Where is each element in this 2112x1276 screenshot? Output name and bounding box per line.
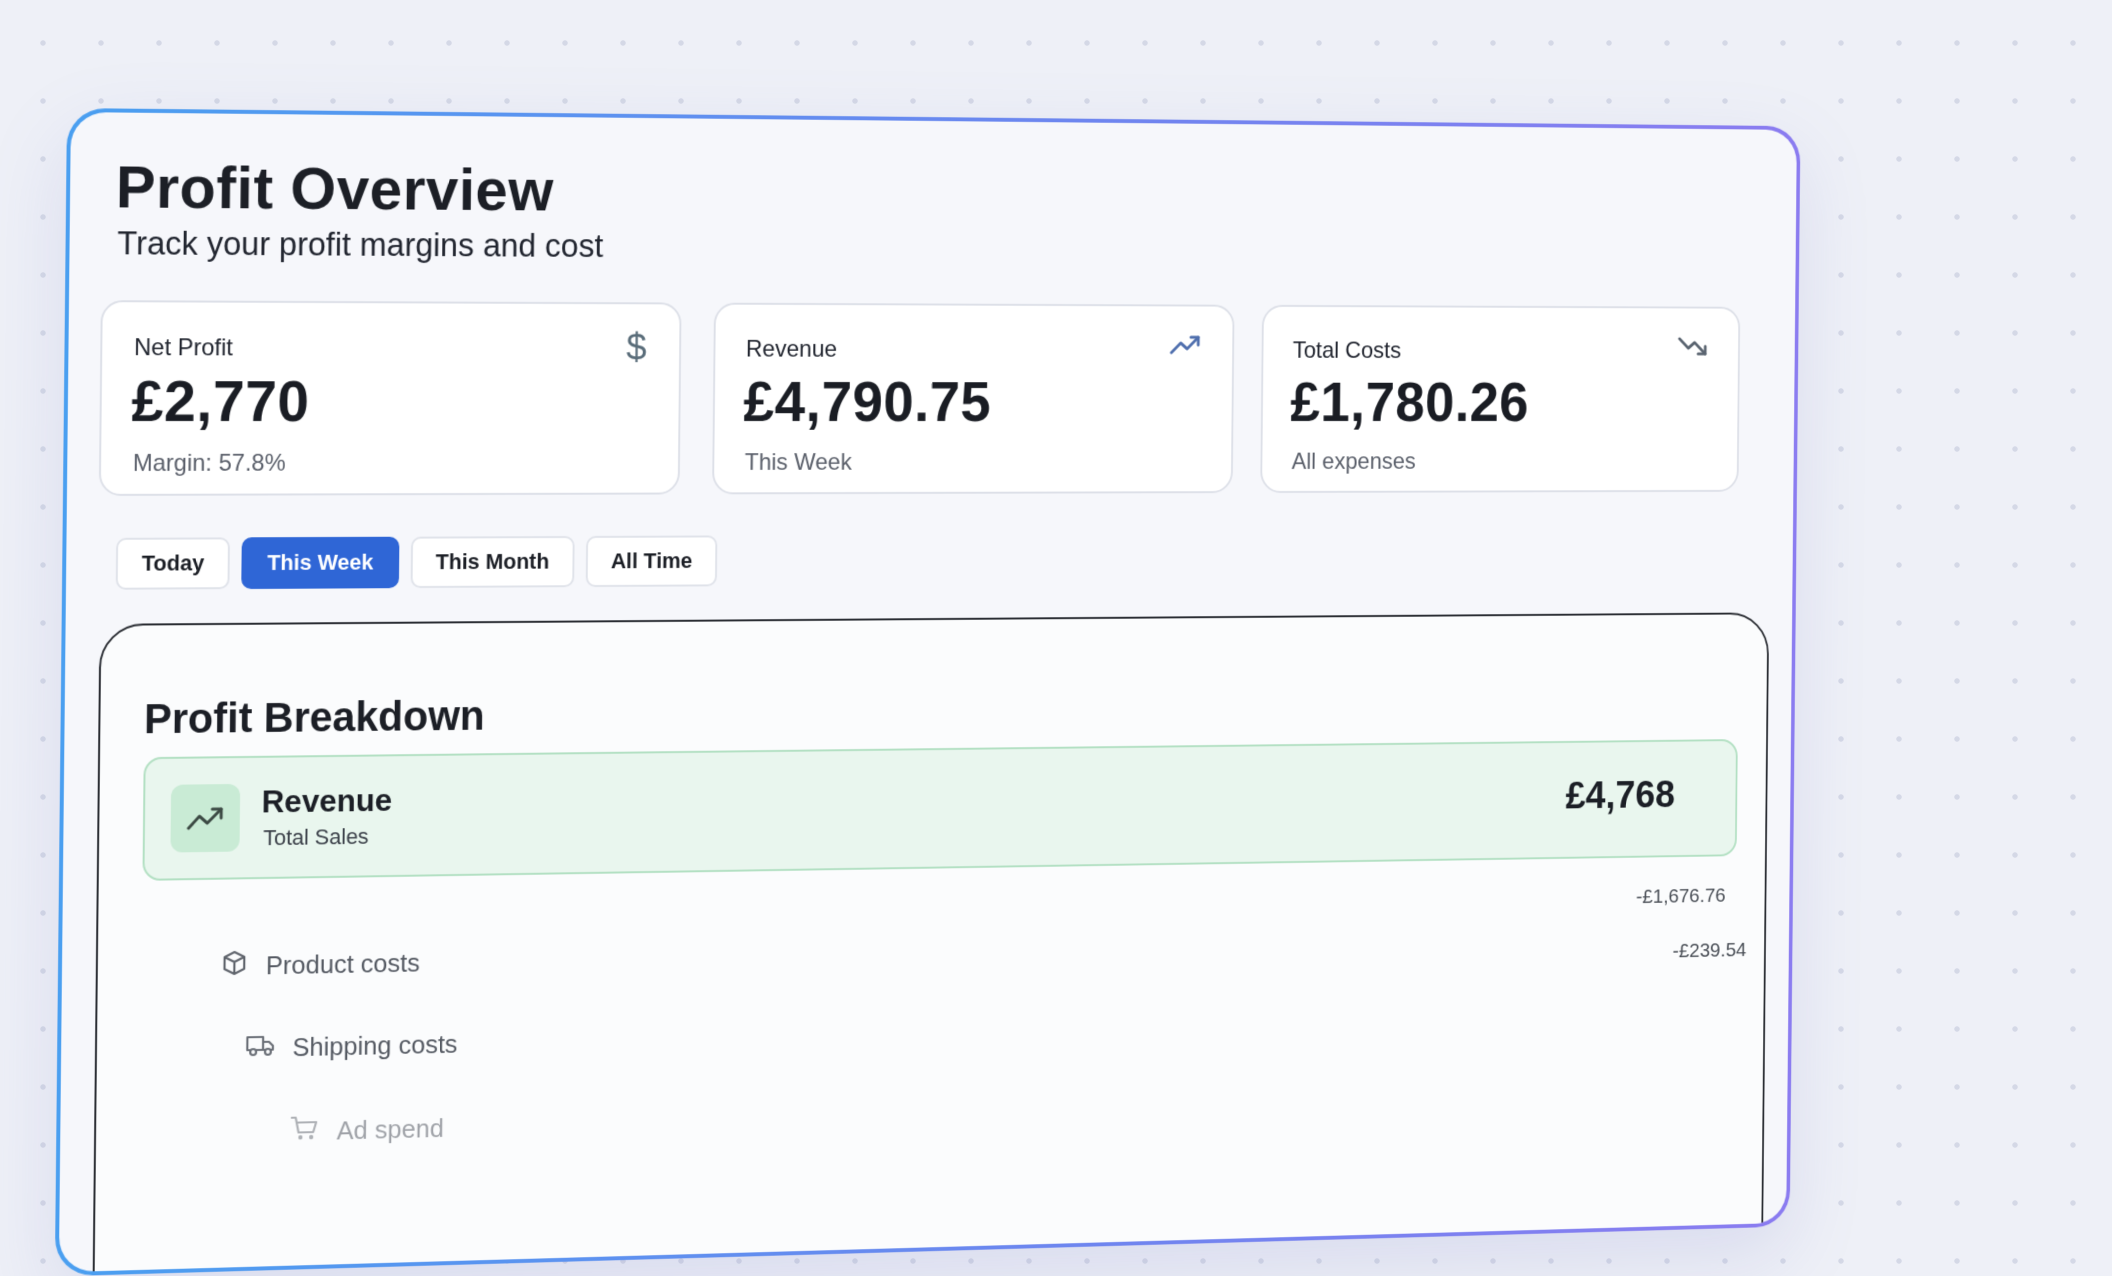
profit-overview-frame: Profit Overview Track your profit margin… bbox=[54, 108, 1801, 1276]
net-profit-value: £2,770 bbox=[131, 369, 310, 434]
breakdown-revenue-sub: Total Sales bbox=[263, 823, 369, 851]
shipping-costs-amount: -£239.54 bbox=[1672, 938, 1747, 963]
page-title: Profit Overview bbox=[115, 153, 555, 224]
total-costs-value: £1,780.26 bbox=[1290, 371, 1530, 434]
revenue-label: Revenue bbox=[745, 335, 838, 363]
dollar-icon: $ bbox=[626, 327, 647, 370]
truck-icon bbox=[245, 1032, 275, 1065]
filter-all-time-button[interactable]: All Time bbox=[585, 535, 718, 588]
ad-spend-label: Ad spend bbox=[336, 1113, 444, 1146]
net-profit-label: Net Profit bbox=[133, 334, 234, 362]
ad-spend-row[interactable]: Ad spend bbox=[289, 1111, 444, 1149]
net-profit-margin: Margin: 57.8% bbox=[132, 449, 286, 477]
cart-icon bbox=[289, 1114, 319, 1149]
profit-breakdown-card: Profit Breakdown Revenue Total Sales £4,… bbox=[92, 612, 1770, 1273]
profit-breakdown-title: Profit Breakdown bbox=[143, 692, 485, 743]
trend-up-icon bbox=[170, 783, 241, 853]
total-costs-label: Total Costs bbox=[1292, 337, 1402, 364]
total-costs-sub: All expenses bbox=[1291, 448, 1416, 475]
profit-overview-panel: Profit Overview Track your profit margin… bbox=[58, 112, 1797, 1273]
product-costs-row[interactable]: Product costs bbox=[220, 946, 420, 984]
product-costs-label: Product costs bbox=[265, 947, 421, 981]
trend-down-icon bbox=[1678, 335, 1708, 358]
trend-up-icon bbox=[1170, 333, 1202, 356]
total-costs-card: Total Costs £1,780.26 All expenses bbox=[1260, 304, 1741, 493]
revenue-value: £4,790.75 bbox=[743, 370, 992, 434]
package-icon bbox=[220, 949, 248, 984]
page-subtitle: Track your profit margins and cost bbox=[117, 224, 604, 264]
shipping-costs-row[interactable]: Shipping costs bbox=[245, 1028, 458, 1065]
period-filter-group: Today This Week This Month All Time bbox=[115, 535, 718, 590]
filter-today-button[interactable]: Today bbox=[115, 537, 231, 590]
breakdown-revenue-row[interactable]: Revenue Total Sales £4,768 bbox=[142, 739, 1738, 881]
product-costs-amount: -£1,676.76 bbox=[1636, 884, 1726, 908]
breakdown-revenue-amount: £4,768 bbox=[1565, 773, 1676, 817]
net-profit-card: Net Profit $ £2,770 Margin: 57.8% bbox=[98, 300, 682, 496]
shipping-costs-label: Shipping costs bbox=[292, 1028, 458, 1063]
revenue-period: This Week bbox=[744, 449, 852, 476]
revenue-card: Revenue £4,790.75 This Week bbox=[712, 302, 1235, 495]
breakdown-revenue-label: Revenue bbox=[261, 782, 393, 820]
filter-this-week-button[interactable]: This Week bbox=[241, 536, 400, 590]
filter-this-month-button[interactable]: This Month bbox=[410, 536, 575, 589]
